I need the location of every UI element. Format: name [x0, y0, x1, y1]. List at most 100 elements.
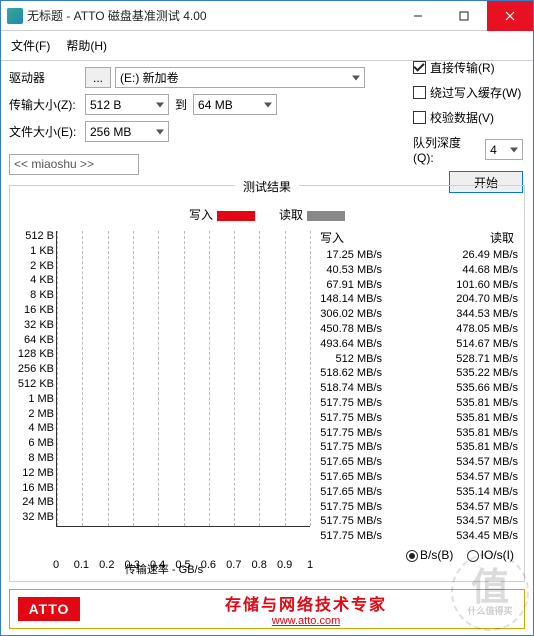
write-value: 517.75 MB/s [316, 411, 382, 426]
data-row: 493.64 MB/s 514.67 MB/s [316, 337, 518, 352]
maximize-button[interactable] [441, 1, 487, 31]
write-value: 306.02 MB/s [316, 307, 382, 322]
y-tick-label: 4 MB [16, 421, 54, 436]
data-row: 517.65 MB/s534.57 MB/s [316, 470, 518, 485]
read-value: 534.45 MB/s [452, 529, 518, 544]
read-value: 528.71 MB/s [452, 352, 518, 367]
read-value: 535.81 MB/s [452, 411, 518, 426]
queue-depth-select[interactable]: 4 [485, 139, 523, 160]
data-row: 450.78 MB/s 478.05 MB/s [316, 322, 518, 337]
verify-label: 校验数据(V) [430, 109, 494, 126]
read-value: 535.81 MB/s [452, 396, 518, 411]
radio-bs[interactable] [406, 550, 418, 562]
y-tick-label: 64 KB [16, 333, 54, 348]
read-value: 514.67 MB/s [452, 337, 518, 352]
data-row: 517.75 MB/s534.45 MB/s [316, 529, 518, 544]
legend-write-label: 写入 [189, 208, 213, 222]
direct-checkbox[interactable] [413, 61, 426, 74]
window-title: 无标题 - ATTO 磁盘基准测试 4.00 [27, 7, 207, 24]
read-value: 535.81 MB/s [452, 426, 518, 441]
x-tick-label: 0.8 [252, 559, 267, 571]
y-tick-label: 32 MB [16, 510, 54, 525]
direct-label: 直接传输(R) [430, 59, 495, 76]
read-value: 44.68 MB/s [452, 263, 518, 278]
data-row: 148.14 MB/s204.70 MB/s [316, 292, 518, 307]
close-button[interactable] [487, 1, 533, 31]
footer-url[interactable]: www.atto.com [88, 615, 524, 627]
x-tick-label: 0.5 [175, 559, 190, 571]
minimize-button[interactable] [395, 1, 441, 31]
radio-ios[interactable] [467, 550, 479, 562]
data-row: 518.62 MB/s 535.22 MB/s [316, 366, 518, 381]
x-tick-label: 0.6 [201, 559, 216, 571]
bypass-label: 绕过写入缓存(W) [430, 84, 521, 101]
read-swatch [307, 211, 345, 221]
read-value: 534.57 MB/s [452, 514, 518, 529]
write-value: 450.78 MB/s [316, 322, 382, 337]
y-tick-label: 8 MB [16, 451, 54, 466]
file-size-select[interactable]: 256 MB [85, 121, 169, 142]
chevron-down-icon [352, 75, 360, 80]
data-row: 40.53 MB/s 44.68 MB/s [316, 263, 518, 278]
write-value: 67.91 MB/s [316, 278, 382, 293]
benchmark-chart: 512 B1 KB2 KB4 KB8 KB16 KB32 KB64 KB128 … [16, 229, 312, 545]
radio-bs-label: B/s(B) [420, 548, 453, 562]
read-value: 101.60 MB/s [452, 278, 518, 293]
x-tick-label: 0.1 [74, 559, 89, 571]
x-tick-label: 1 [307, 559, 313, 571]
data-row: 67.91 MB/s 101.60 MB/s [316, 278, 518, 293]
chevron-down-icon [264, 102, 272, 107]
data-row: 17.25 MB/s26.49 MB/s [316, 248, 518, 263]
col-read-header: 读取 [490, 229, 514, 246]
menu-bar: 文件(F) 帮助(H) [1, 31, 533, 61]
results-title: 测试结果 [235, 178, 299, 195]
x-tick-label: 0.3 [125, 559, 140, 571]
data-row: 306.02 MB/s344.53 MB/s [316, 307, 518, 322]
menu-help[interactable]: 帮助(H) [62, 35, 111, 56]
drive-select[interactable]: (E:) 新加卷 [115, 67, 365, 88]
read-value: 535.22 MB/s [452, 366, 518, 381]
write-value: 517.75 MB/s [316, 396, 382, 411]
write-value: 517.65 MB/s [316, 470, 382, 485]
write-value: 512 MB/s [316, 352, 382, 367]
y-tick-label: 32 KB [16, 318, 54, 333]
y-tick-label: 4 KB [16, 273, 54, 288]
read-value: 204.70 MB/s [452, 292, 518, 307]
menu-file[interactable]: 文件(F) [7, 35, 54, 56]
data-row: 517.65 MB/s535.14 MB/s [316, 485, 518, 500]
transfer-from-select[interactable]: 512 B [85, 94, 169, 115]
chevron-down-icon [156, 102, 164, 107]
x-tick-label: 0.2 [99, 559, 114, 571]
bypass-checkbox[interactable] [413, 86, 426, 99]
transfer-to-select[interactable]: 64 MB [193, 94, 277, 115]
y-tick-label: 8 KB [16, 288, 54, 303]
write-value: 40.53 MB/s [316, 263, 382, 278]
data-row: 517.75 MB/s534.57 MB/s [316, 514, 518, 529]
read-value: 478.05 MB/s [452, 322, 518, 337]
write-swatch [217, 211, 255, 221]
description-input[interactable]: << miaoshu >> [9, 154, 139, 175]
browse-button[interactable]: ... [85, 67, 111, 88]
footer: ATTO 存储与网络技术专家 www.atto.com [9, 589, 525, 629]
queue-depth-label: 队列深度(Q): [413, 134, 481, 165]
write-value: 518.74 MB/s [316, 381, 382, 396]
read-value: 534.57 MB/s [452, 455, 518, 470]
legend: 写入 读取 [16, 206, 518, 223]
write-value: 518.62 MB/s [316, 366, 382, 381]
write-value: 517.65 MB/s [316, 485, 382, 500]
results-group: 测试结果 写入 读取 512 B1 KB2 KB4 KB8 KB16 KB32 … [9, 185, 525, 582]
verify-checkbox[interactable] [413, 111, 426, 124]
y-tick-label: 2 KB [16, 259, 54, 274]
read-value: 534.57 MB/s [452, 500, 518, 515]
write-value: 493.64 MB/s [316, 337, 382, 352]
legend-read-label: 读取 [279, 208, 303, 222]
atto-logo: ATTO [18, 597, 80, 621]
drive-value: (E:) 新加卷 [120, 69, 179, 86]
data-row: 517.75 MB/s 535.81 MB/s [316, 396, 518, 411]
y-tick-label: 512 KB [16, 377, 54, 392]
chevron-down-icon [510, 147, 518, 152]
data-row: 512 MB/s 528.71 MB/s [316, 352, 518, 367]
write-value: 517.75 MB/s [316, 500, 382, 515]
read-value: 535.81 MB/s [452, 440, 518, 455]
file-size-label: 文件大小(E): [9, 123, 85, 140]
